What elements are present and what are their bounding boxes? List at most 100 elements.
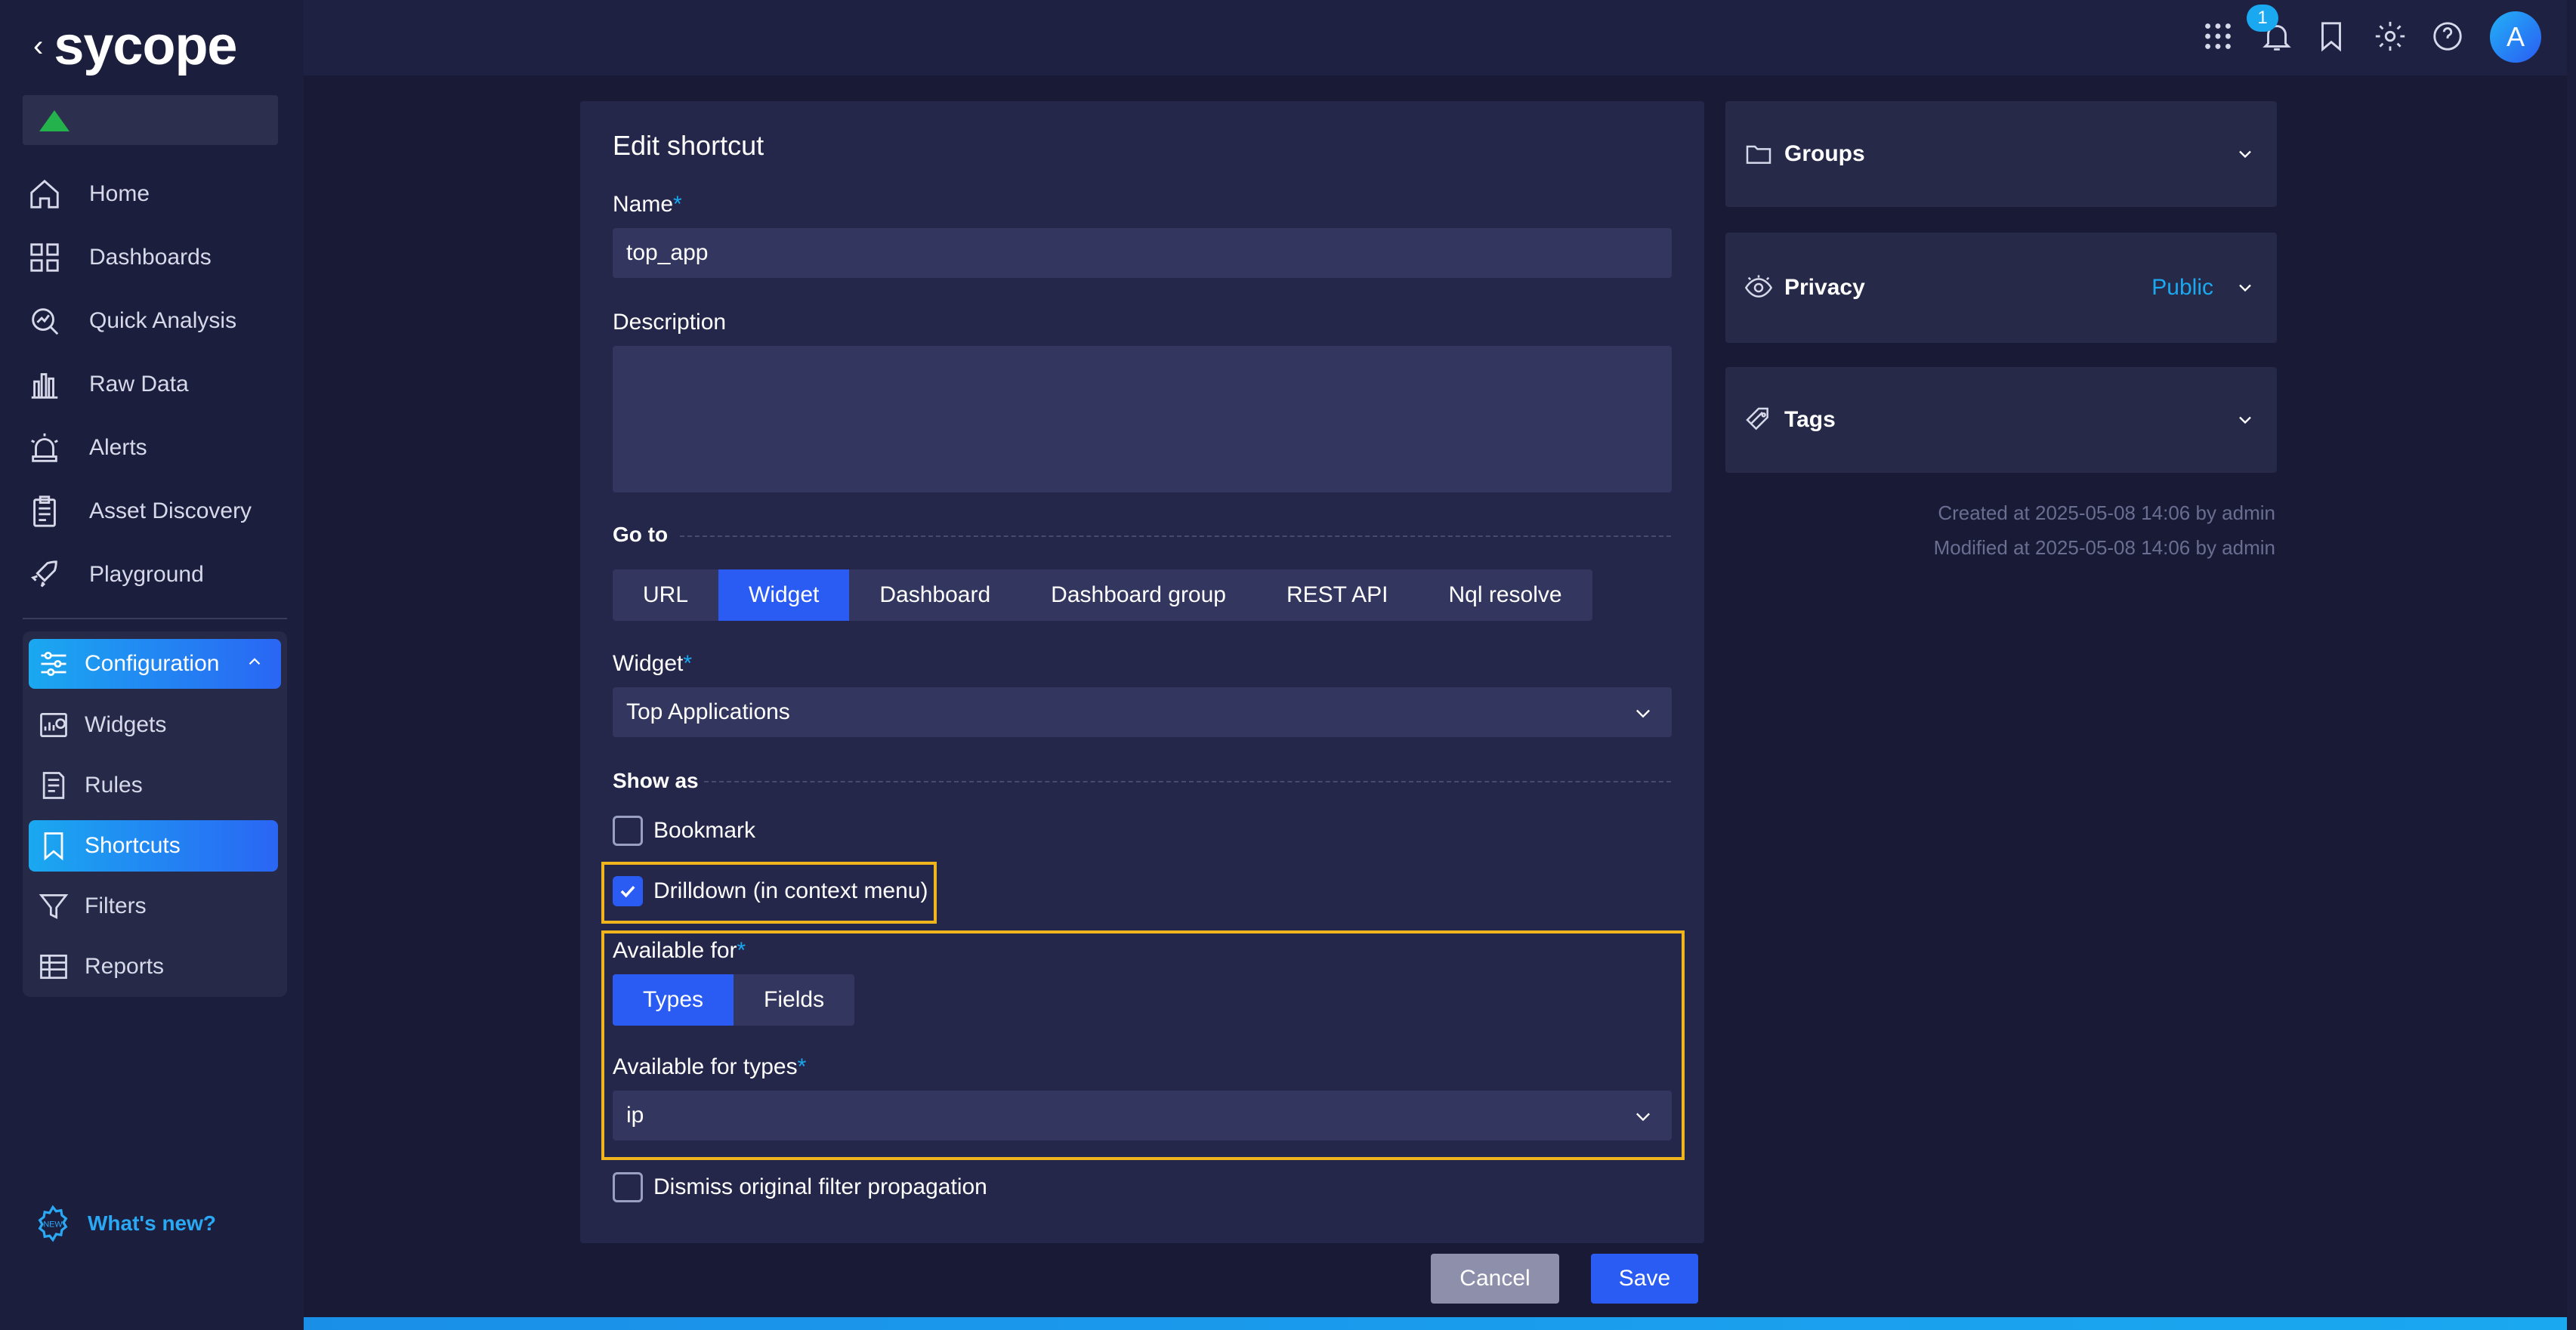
name-field[interactable]: top_app bbox=[613, 228, 1672, 278]
sidebar-item-quick-analysis[interactable]: Quick Analysis bbox=[27, 295, 280, 347]
tags-panel[interactable]: Tags bbox=[1725, 367, 2277, 473]
asset-discovery-icon bbox=[27, 485, 80, 538]
new-badge-icon: NEW bbox=[38, 1205, 68, 1242]
chevron-up-icon bbox=[245, 652, 281, 677]
widgets-icon bbox=[29, 708, 79, 742]
checkbox-box[interactable] bbox=[613, 816, 643, 846]
groups-label: Groups bbox=[1784, 141, 1865, 166]
sidebar-item-label: Rules bbox=[85, 773, 143, 798]
quick-analysis-icon bbox=[27, 295, 80, 347]
sidebar-item-label: Shortcuts bbox=[85, 833, 181, 858]
goto-section-title: Go to bbox=[613, 523, 669, 546]
page-scrollbar[interactable] bbox=[2567, 0, 2576, 1330]
home-icon bbox=[27, 168, 80, 221]
available-for-tabs: Types Fields bbox=[613, 974, 855, 1026]
available-types-value: ip bbox=[626, 1103, 644, 1128]
widget-value: Top Applications bbox=[626, 699, 790, 724]
logo[interactable]: ‹ sycope bbox=[33, 16, 237, 76]
sidebar-item-label: Filters bbox=[85, 893, 147, 918]
tab-types[interactable]: Types bbox=[613, 974, 734, 1026]
sidebar-item-dashboards[interactable]: Dashboards bbox=[27, 231, 280, 284]
tab-fields[interactable]: Fields bbox=[734, 974, 854, 1026]
sidebar-item-label: Configuration bbox=[85, 651, 220, 676]
goto-divider bbox=[680, 535, 1671, 537]
description-field[interactable] bbox=[613, 346, 1672, 492]
folder-icon bbox=[1746, 145, 1771, 164]
tab-dashboard-group[interactable]: Dashboard group bbox=[1021, 569, 1256, 621]
checkbox-box[interactable] bbox=[613, 1172, 643, 1202]
sidebar-item-rules[interactable]: Rules bbox=[29, 760, 278, 811]
widget-select[interactable]: Top Applications bbox=[613, 687, 1672, 737]
bookmark-checkbox[interactable]: Bookmark bbox=[613, 816, 755, 846]
name-label: Name* bbox=[613, 192, 682, 217]
sidebar-divider bbox=[23, 618, 287, 619]
sidebar-item-label: Quick Analysis bbox=[89, 308, 237, 333]
back-chevron-icon[interactable]: ‹ bbox=[33, 31, 43, 61]
groups-panel[interactable]: Groups bbox=[1725, 101, 2277, 207]
sidebar-item-home[interactable]: Home bbox=[27, 168, 280, 221]
tab-widget[interactable]: Widget bbox=[718, 569, 850, 621]
sidebar-item-label: Dashboards bbox=[89, 245, 212, 270]
created-at-text: Created at 2025-05-08 14:06 by admin bbox=[1938, 501, 2275, 524]
configuration-icon bbox=[29, 647, 79, 680]
widget-label: Widget* bbox=[613, 651, 693, 676]
description-label: Description bbox=[613, 310, 727, 335]
sidebar-item-label: Playground bbox=[89, 562, 204, 587]
reports-icon bbox=[29, 950, 79, 983]
page-title: Edit shortcut bbox=[613, 130, 764, 161]
tab-rest-api[interactable]: REST API bbox=[1256, 569, 1419, 621]
alerts-icon bbox=[27, 421, 80, 474]
settings-gear-icon[interactable] bbox=[2368, 14, 2413, 59]
sidebar: ‹ sycope Home Dashboards Quick Analysis … bbox=[0, 0, 304, 1330]
sidebar-item-label: Raw Data bbox=[89, 372, 189, 397]
notification-count-badge: 1 bbox=[2247, 5, 2278, 32]
sidebar-item-alerts[interactable]: Alerts bbox=[27, 421, 280, 474]
privacy-panel[interactable]: Privacy Public bbox=[1725, 233, 2277, 343]
privacy-value: Public bbox=[2151, 275, 2213, 300]
logo-text: sycope bbox=[54, 16, 237, 76]
checkbox-box[interactable] bbox=[613, 876, 643, 906]
dashboards-icon bbox=[27, 231, 80, 284]
sidebar-item-shortcuts[interactable]: Shortcuts bbox=[29, 820, 278, 872]
user-avatar[interactable]: A bbox=[2490, 11, 2541, 63]
apps-grid-icon[interactable] bbox=[2195, 14, 2241, 59]
tags-label: Tags bbox=[1784, 407, 1836, 432]
name-value: top_app bbox=[626, 240, 709, 265]
tab-dashboard[interactable]: Dashboard bbox=[849, 569, 1021, 621]
show-as-divider bbox=[704, 781, 1671, 782]
whats-new-link[interactable]: NEW What's new? bbox=[33, 1204, 216, 1243]
bookmark-checkbox-label: Bookmark bbox=[653, 818, 756, 843]
bookmark-icon[interactable] bbox=[2309, 14, 2354, 59]
raw-data-icon bbox=[27, 358, 80, 411]
drilldown-checkbox-label: Drilldown (in context menu) bbox=[653, 878, 928, 903]
sidebar-item-label: Alerts bbox=[89, 435, 147, 460]
tags-icon bbox=[1746, 407, 1768, 430]
tab-nql-resolve[interactable]: Nql resolve bbox=[1419, 569, 1592, 621]
sidebar-item-configuration[interactable]: Configuration bbox=[29, 639, 281, 689]
checkmark-icon bbox=[620, 885, 635, 898]
sidebar-item-filters[interactable]: Filters bbox=[29, 881, 278, 932]
available-types-select[interactable]: ip bbox=[613, 1091, 1672, 1140]
dismiss-filter-checkbox[interactable]: Dismiss original filter propagation bbox=[613, 1172, 987, 1202]
sidebar-item-reports[interactable]: Reports bbox=[29, 941, 278, 992]
chevron-down-icon bbox=[1636, 1112, 1650, 1122]
save-button[interactable]: Save bbox=[1591, 1254, 1698, 1304]
chevron-down-icon bbox=[1636, 709, 1650, 718]
sidebar-item-widgets[interactable]: Widgets bbox=[29, 699, 278, 751]
sidebar-item-raw-data[interactable]: Raw Data bbox=[27, 358, 280, 411]
modified-at-text: Modified at 2025-05-08 14:06 by admin bbox=[1933, 536, 2275, 559]
goto-tabs: URL Widget Dashboard Dashboard group RES… bbox=[613, 569, 1592, 621]
cancel-button[interactable]: Cancel bbox=[1431, 1254, 1559, 1304]
help-icon[interactable] bbox=[2425, 14, 2470, 59]
chevron-down-icon bbox=[2239, 284, 2251, 292]
filters-icon bbox=[29, 890, 79, 923]
sidebar-item-playground[interactable]: Playground bbox=[27, 548, 280, 601]
chevron-down-icon bbox=[2239, 416, 2251, 424]
status-selector[interactable] bbox=[23, 95, 278, 145]
tab-url[interactable]: URL bbox=[613, 569, 718, 621]
privacy-eye-icon bbox=[1744, 275, 1773, 298]
dismiss-filter-checkbox-label: Dismiss original filter propagation bbox=[653, 1174, 987, 1199]
sidebar-item-asset-discovery[interactable]: Asset Discovery bbox=[27, 485, 280, 538]
available-for-label: Available for* bbox=[613, 938, 746, 963]
drilldown-checkbox[interactable]: Drilldown (in context menu) bbox=[613, 876, 928, 906]
